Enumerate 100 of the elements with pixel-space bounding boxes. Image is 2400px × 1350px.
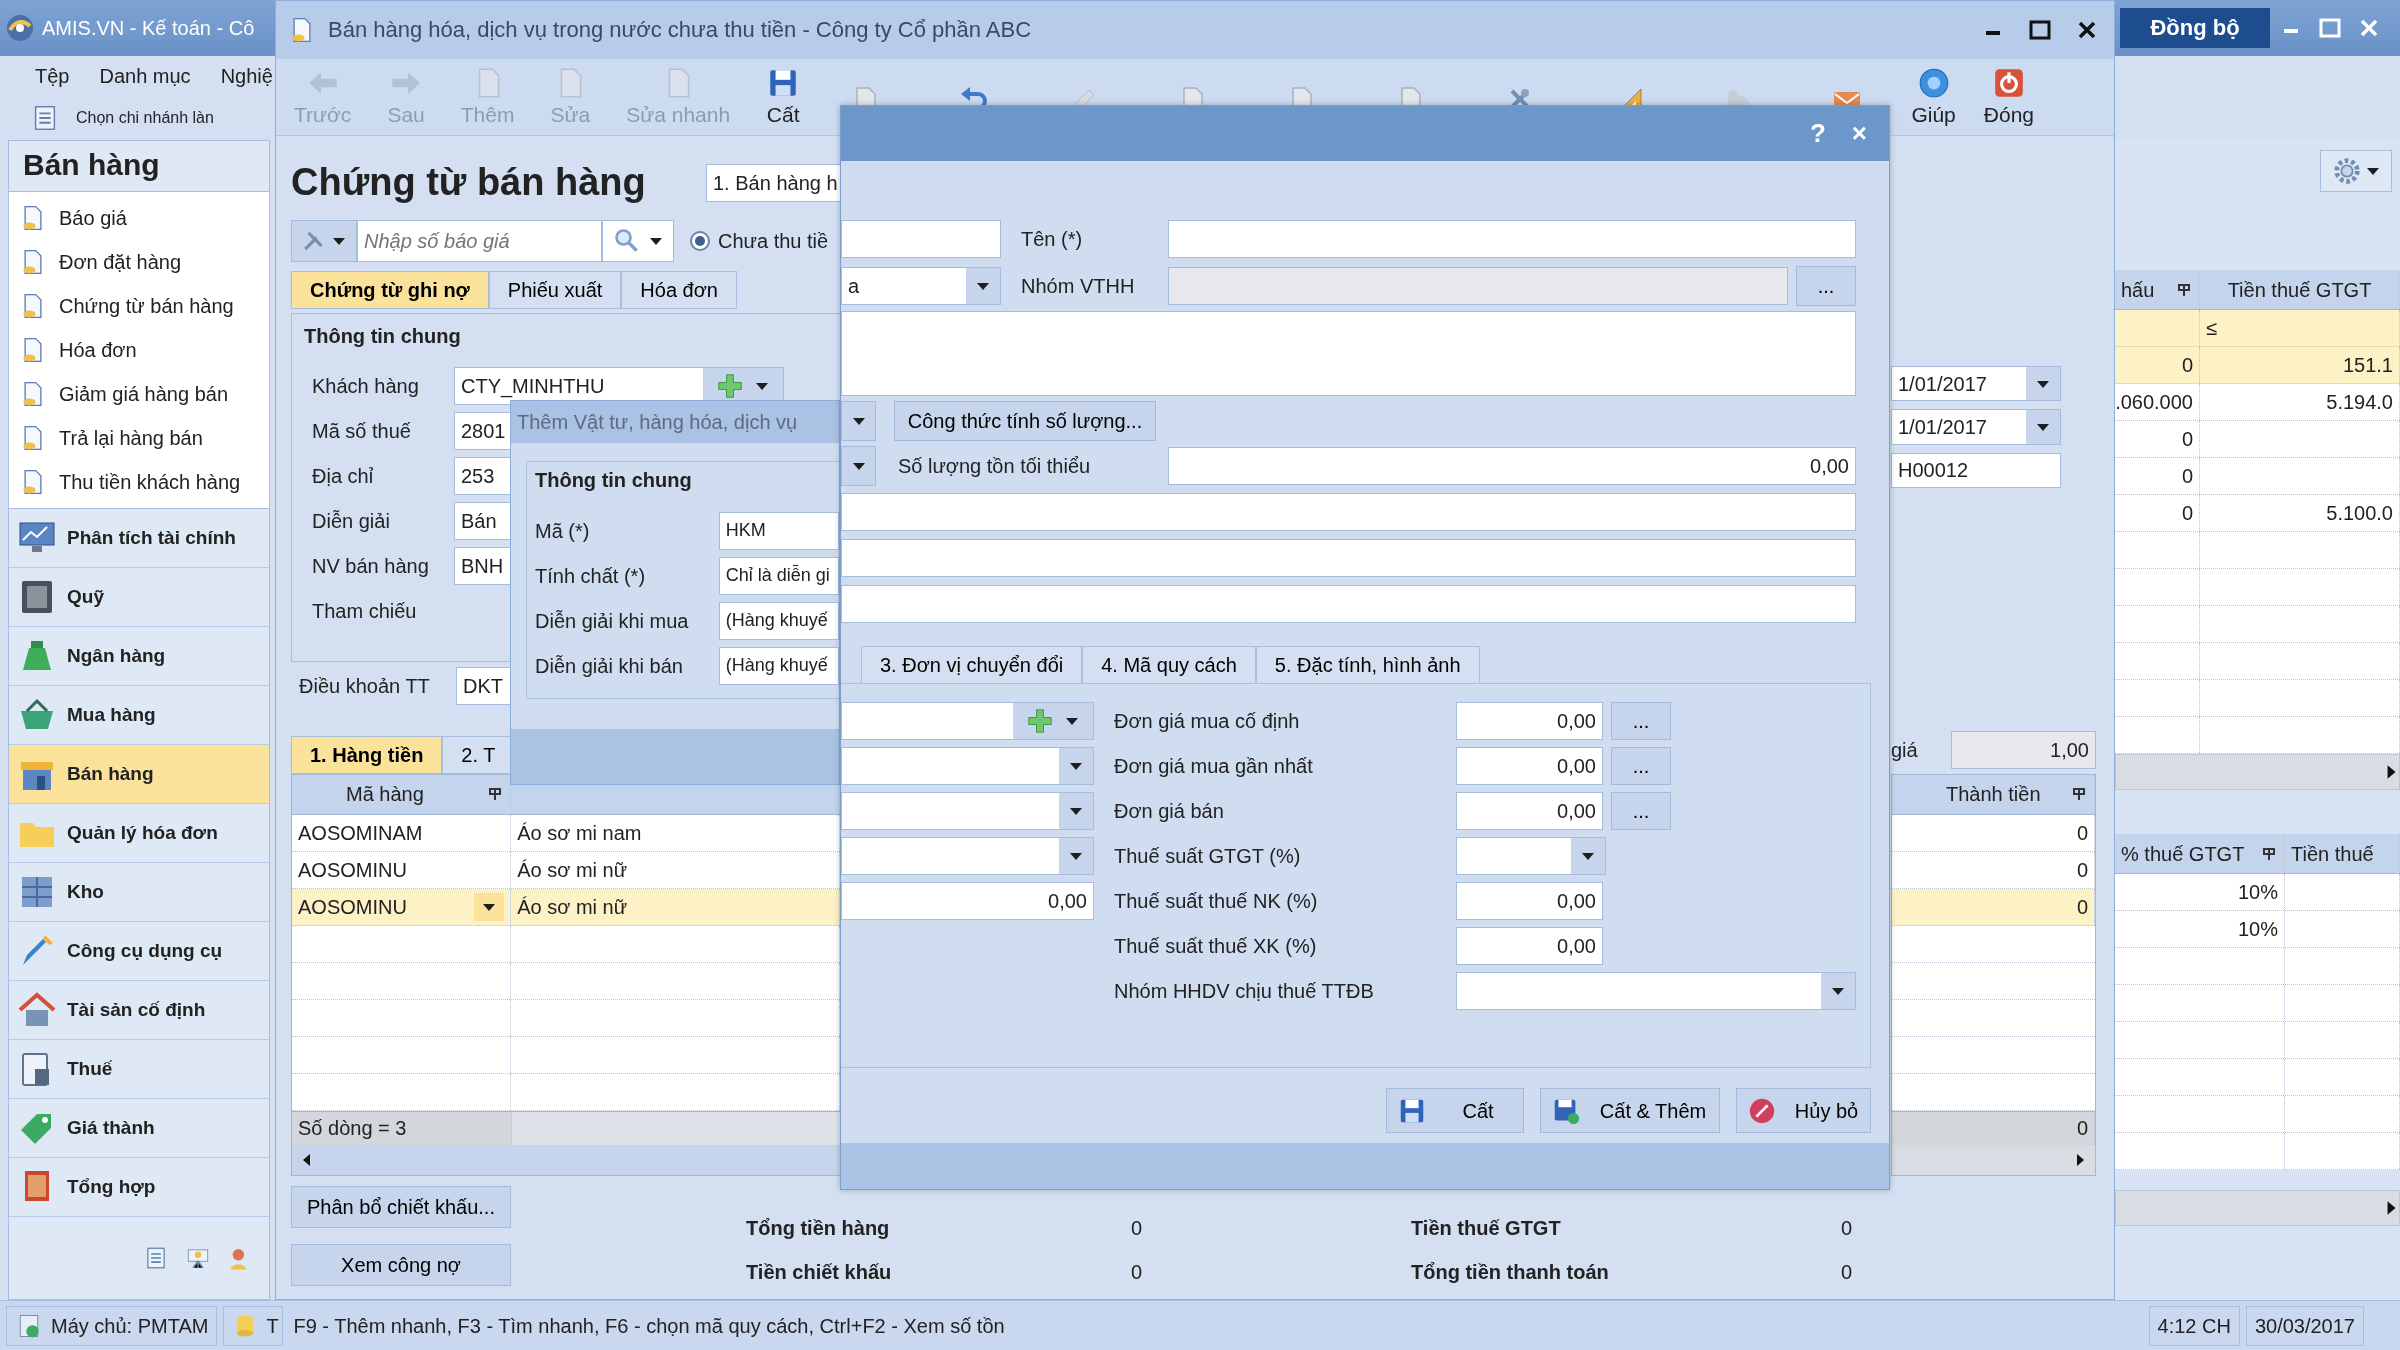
scrollbar[interactable] [292,1145,840,1175]
input-field[interactable] [841,539,1856,577]
sidebar-item[interactable]: Thu tiền khách hàng [9,460,269,504]
dropdown-field[interactable] [1456,836,1606,875]
input-field[interactable]: 0,00 [841,881,1094,920]
module-item[interactable]: Ngân hàng [9,627,269,686]
toolbar-button[interactable]: Giúp [1901,62,1966,132]
sidebar-item[interactable]: Đơn đặt hàng [9,240,269,284]
input-field[interactable]: 0,00 [1456,746,1603,785]
browse-button[interactable]: ... [1611,746,1671,785]
maximize-icon[interactable] [2028,19,2052,41]
window-title: Bán hàng hóa, dịch vụ trong nước chưa thu tiền - Công ty Cổ phần ABC [328,16,1032,44]
module-item[interactable]: Kho [9,863,269,922]
settings-icon [2332,156,2362,186]
group-field[interactable] [1168,267,1788,305]
tab[interactable]: 5. Đặc tính, hình ảnh [1255,645,1480,684]
tab[interactable]: Chứng từ ghi nợ [291,270,489,309]
sidebar-item[interactable]: Giảm giá hàng bán [9,372,269,416]
module-item[interactable]: Quản lý hóa đơn [9,804,269,863]
table-row[interactable]: AOSOMINU Áo sơ mi nữ [292,889,840,926]
browse-button[interactable]: ... [1796,266,1856,306]
type-field[interactable]: 1. Bán hàng h [706,163,841,202]
customer-field[interactable]: CTY_MINHTHU [454,367,784,406]
dropdown-button[interactable] [841,401,876,441]
scrollbar[interactable] [2115,754,2400,790]
module-item[interactable]: Tổng hợp [9,1158,269,1217]
plus-icon[interactable] [717,373,743,400]
tab[interactable]: 4. Mã quy cách [1082,645,1256,684]
tools-button[interactable] [291,220,357,263]
column-header[interactable]: Tiền thuế [2285,834,2400,873]
input-field[interactable] [841,585,1856,623]
dropdown-field[interactable] [841,701,1094,740]
date-field[interactable]: 1/01/2017 [1891,409,2061,445]
dropdown-field[interactable] [841,746,1094,785]
column-header[interactable]: Tiền thuế GTGT [2200,270,2400,309]
radio-button[interactable]: Chưa thu tiề [690,229,829,254]
module-item[interactable]: Bán hàng [9,745,269,804]
module-item[interactable]: Quỹ [9,568,269,627]
module-item[interactable]: Công cụ dụng cụ [9,922,269,981]
sidebar-item[interactable]: Chứng từ bán hàng [9,284,269,328]
module-item[interactable]: Phân tích tài chính [9,509,269,568]
toolbar-button[interactable]: Cất [756,62,811,132]
branch-button[interactable]: Chọn chi nhánh làn [30,103,214,133]
dropdown-field[interactable] [841,836,1094,875]
dropdown-button[interactable] [841,446,876,486]
action-button[interactable]: Xem công nợ [291,1244,511,1286]
module-item[interactable]: Thuế [9,1040,269,1099]
dropdown-field[interactable] [1456,971,1856,1010]
dialog-button[interactable]: Cất & Thêm [1540,1088,1720,1133]
text-area[interactable] [841,311,1856,396]
dialog-button[interactable]: Hủy bỏ [1736,1088,1871,1133]
field-label: Thuế suất GTGT (%) [1113,843,1302,868]
field-label: Đơn giá mua gần nhất [1113,753,1314,778]
tab[interactable]: Hóa đơn [621,270,737,309]
group-title: Thông tin chung [304,323,462,348]
date-field[interactable]: 1/01/2017 [1891,366,2061,402]
tab[interactable]: 1. Hàng tiền [291,736,443,775]
browse-button[interactable]: ... [1611,701,1671,740]
menu-item[interactable]: Nghiệ [220,64,273,88]
formula-button[interactable]: Công thức tính số lượng... [894,401,1156,441]
close-icon[interactable] [2076,19,2098,41]
dialog-button[interactable]: Cất [1386,1088,1524,1133]
module-item[interactable]: Giá thành [9,1099,269,1158]
menu-item[interactable]: Danh mục [99,64,191,88]
input-field[interactable]: Chỉ là diễn gi [718,556,839,595]
tab[interactable]: 3. Đơn vị chuyển đổi [861,645,1083,684]
search-field[interactable]: Nhập số báo giá [357,220,602,263]
tab[interactable]: Phiếu xuất [488,270,622,309]
dropdown-button[interactable] [474,893,505,921]
browse-button[interactable]: ... [1611,791,1671,830]
input-field[interactable]: HKM [718,511,839,550]
input-field[interactable] [841,220,1001,258]
input-field[interactable]: 0,00 [1456,926,1603,965]
sidebar-item[interactable]: Hóa đơn [9,328,269,372]
settings-button[interactable] [2320,150,2392,192]
input-field[interactable]: 0,00 [1456,701,1603,740]
scrollbar[interactable] [2115,1190,2400,1226]
scrollbar[interactable] [1892,1145,2095,1175]
input-field[interactable] [841,493,1856,531]
column-header[interactable]: Thành tiền [1892,775,2095,814]
toolbar-button[interactable]: Đóng [1973,62,2044,132]
action-button[interactable]: Phân bổ chiết khấu... [291,1186,511,1228]
filter-operator[interactable]: ≤ [2206,316,2217,340]
plus-icon[interactable] [1027,707,1053,734]
input-field[interactable]: 0,00 [1456,791,1603,830]
menu-item[interactable]: Tệp [35,64,70,88]
sync-button[interactable]: Đồng bộ [2120,8,2270,48]
input-field[interactable]: 0,00 [1456,881,1603,920]
sidebar-item[interactable]: Báo giá [9,196,269,240]
kind-field[interactable]: a [841,267,1001,305]
sidebar-item[interactable]: Trả lại hàng bán [9,416,269,460]
input-field[interactable]: (Hàng khuyế [718,601,839,640]
rate-field[interactable]: 1,00 [1951,731,2096,769]
voucher-field[interactable]: H00012 [1891,452,2061,488]
dropdown-field[interactable] [841,791,1094,830]
module-item[interactable]: Tài sản cố định [9,981,269,1040]
search-button[interactable] [602,220,674,263]
name-field[interactable] [1168,220,1856,258]
table-row[interactable]: 0 151.1 [2115,347,2400,384]
input-field[interactable]: (Hàng khuyế [718,646,839,685]
